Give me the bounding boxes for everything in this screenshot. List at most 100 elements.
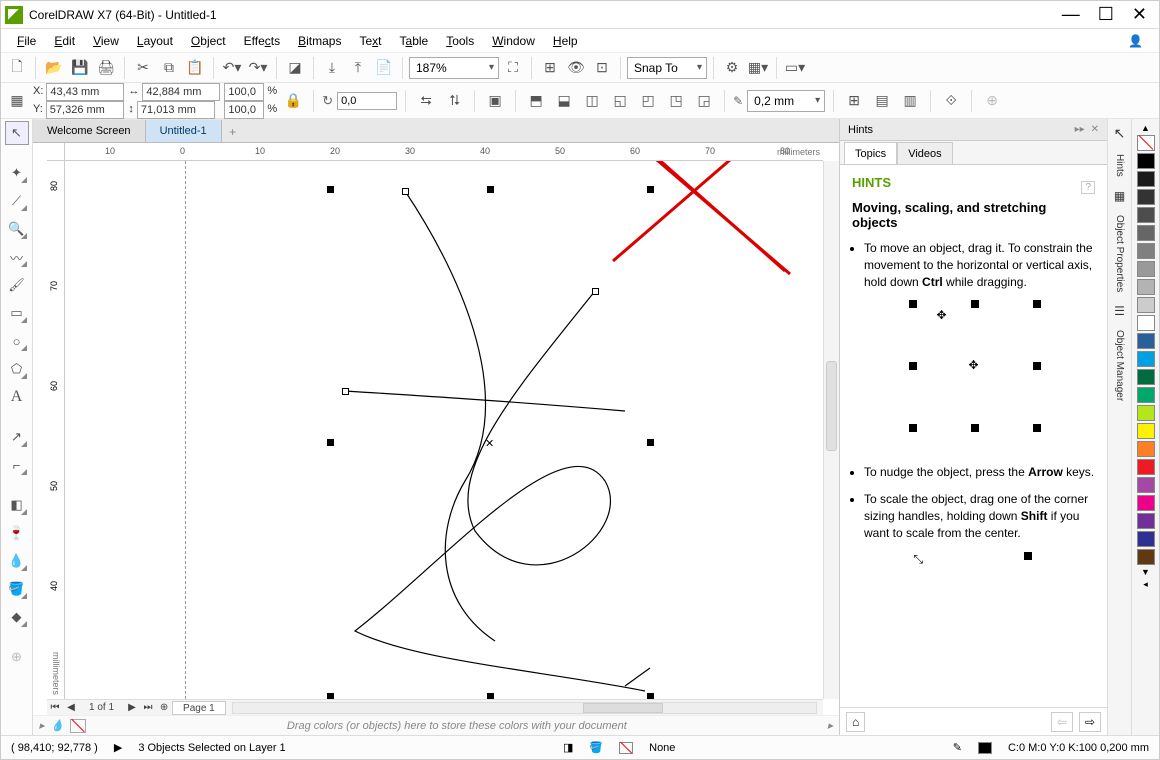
paste-button[interactable]: 📋 bbox=[183, 56, 207, 80]
redo-button[interactable]: ↷▾ bbox=[246, 56, 270, 80]
menu-edit[interactable]: Edit bbox=[46, 32, 83, 50]
menu-object[interactable]: Object bbox=[183, 32, 234, 50]
color-swatch[interactable] bbox=[1137, 513, 1155, 529]
hints-home-button[interactable]: ⌂ bbox=[846, 712, 865, 732]
selection-handle[interactable] bbox=[487, 186, 494, 193]
prev-page-button[interactable]: ◀ bbox=[63, 702, 79, 713]
mirror-horizontal-button[interactable]: ⮀ bbox=[414, 89, 438, 113]
vertical-scrollbar[interactable] bbox=[823, 161, 839, 699]
object-origin-button[interactable]: ▦ bbox=[5, 89, 29, 113]
color-swatch[interactable] bbox=[1137, 153, 1155, 169]
rotation-field[interactable]: 0,0 bbox=[337, 92, 397, 110]
selection-handle[interactable] bbox=[327, 439, 334, 446]
color-swatch[interactable] bbox=[1137, 495, 1155, 511]
snap-to-select[interactable]: Snap To bbox=[627, 57, 707, 79]
maximize-button[interactable]: ☐ bbox=[1098, 4, 1114, 25]
menu-text[interactable]: Text bbox=[351, 32, 389, 50]
palette-flyout[interactable]: ◂ bbox=[1143, 579, 1148, 590]
color-swatch[interactable] bbox=[1137, 441, 1155, 457]
fill-indicator-icon[interactable]: ◨ bbox=[563, 741, 573, 754]
dimension-tool[interactable]: ↗ bbox=[5, 425, 29, 449]
menu-tools[interactable]: Tools bbox=[438, 32, 482, 50]
next-page-button[interactable]: ▶ bbox=[124, 702, 140, 713]
pick-tool[interactable]: ↖ bbox=[5, 121, 29, 145]
export-button[interactable]: ⤒ bbox=[346, 56, 370, 80]
color-swatch[interactable] bbox=[1137, 387, 1155, 403]
color-swatch[interactable] bbox=[1137, 369, 1155, 385]
transparency-tool[interactable]: 🍷 bbox=[5, 521, 29, 545]
polygon-tool[interactable]: ⬠ bbox=[5, 357, 29, 381]
fill-swatch[interactable]: 🪣 bbox=[589, 741, 603, 754]
wrap-text-button[interactable]: ⊞ bbox=[842, 89, 866, 113]
color-swatch[interactable] bbox=[1137, 261, 1155, 277]
mirror-vertical-button[interactable]: ⮁ bbox=[442, 89, 466, 113]
color-swatch[interactable] bbox=[1137, 351, 1155, 367]
menu-file[interactable]: File bbox=[9, 32, 44, 50]
hints-tab-topics[interactable]: Topics bbox=[844, 142, 897, 164]
node-handle[interactable] bbox=[402, 188, 409, 195]
new-document-tab[interactable]: + bbox=[222, 122, 244, 142]
tab-untitled-1[interactable]: Untitled-1 bbox=[146, 120, 222, 142]
weld-button[interactable]: ⬒ bbox=[524, 89, 548, 113]
docker-tab-props-icon[interactable]: ▦ bbox=[1114, 189, 1125, 203]
app-launcher-button[interactable]: ▦▾ bbox=[746, 56, 770, 80]
publish-pdf-button[interactable]: 📄 bbox=[372, 56, 396, 80]
color-swatch[interactable] bbox=[1137, 171, 1155, 187]
drawing-area[interactable]: 10 0 10 20 30 40 50 60 70 80 millimeters… bbox=[33, 143, 839, 715]
menu-window[interactable]: Window bbox=[484, 32, 543, 50]
no-color-swatch[interactable] bbox=[70, 719, 86, 733]
tab-welcome-screen[interactable]: Welcome Screen bbox=[33, 120, 146, 142]
node-handle[interactable] bbox=[342, 388, 349, 395]
node-handle[interactable] bbox=[592, 288, 599, 295]
height-field[interactable]: 71,013 mm bbox=[137, 101, 215, 119]
eyedropper-tool[interactable]: 💧 bbox=[5, 549, 29, 573]
selection-handle[interactable] bbox=[647, 186, 654, 193]
ruler-origin-button[interactable] bbox=[47, 143, 65, 161]
color-swatch[interactable] bbox=[1137, 189, 1155, 205]
docker-tab-hints[interactable]: Hints bbox=[1112, 150, 1127, 181]
minimize-button[interactable]: — bbox=[1062, 4, 1080, 25]
last-page-button[interactable]: ⏭ bbox=[140, 702, 156, 713]
add-page-button[interactable]: ⊕ bbox=[156, 702, 172, 713]
quick-customize-button[interactable]: ⊕ bbox=[980, 89, 1004, 113]
copy-button[interactable]: ⧉ bbox=[157, 56, 181, 80]
lock-ratio-button[interactable]: 🔒 bbox=[281, 89, 305, 113]
selection-handle[interactable] bbox=[327, 186, 334, 193]
horizontal-ruler[interactable]: 10 0 10 20 30 40 50 60 70 80 millimeters bbox=[65, 143, 823, 161]
import-button[interactable]: ⤓ bbox=[320, 56, 344, 80]
docker-close-button[interactable]: ✕ bbox=[1091, 124, 1099, 135]
palette-scroll-right[interactable]: ▸ bbox=[827, 719, 833, 732]
search-content-button[interactable]: ◪ bbox=[283, 56, 307, 80]
horizontal-scrollbar[interactable] bbox=[232, 702, 817, 714]
menu-table[interactable]: Table bbox=[392, 32, 437, 50]
scale-y-field[interactable]: 100,0 bbox=[224, 101, 264, 119]
docker-tab-object-manager[interactable]: Object Manager bbox=[1112, 326, 1127, 405]
color-swatch[interactable] bbox=[1137, 459, 1155, 475]
cut-button[interactable]: ✂ bbox=[131, 56, 155, 80]
ellipse-tool[interactable]: ○ bbox=[5, 329, 29, 353]
color-swatch[interactable] bbox=[1137, 477, 1155, 493]
palette-flyout-button[interactable]: ▸ bbox=[39, 719, 45, 732]
show-grid-button[interactable]: 👁 bbox=[564, 56, 588, 80]
outline-pen-icon[interactable]: ✎ bbox=[953, 741, 962, 754]
next-click-icon[interactable]: ▶ bbox=[114, 741, 122, 754]
docker-collapse-button[interactable]: ▸▸ bbox=[1075, 124, 1085, 135]
user-icon[interactable]: 👤 bbox=[1120, 32, 1151, 50]
color-swatch[interactable] bbox=[1137, 531, 1155, 547]
simplify-button[interactable]: ◱ bbox=[608, 89, 632, 113]
color-swatch[interactable] bbox=[1137, 279, 1155, 295]
new-button[interactable]: 🗋 bbox=[5, 56, 29, 80]
to-front-of-layer-button[interactable]: ▣ bbox=[483, 89, 507, 113]
trim-button[interactable]: ⬓ bbox=[552, 89, 576, 113]
docker-tab-hints-icon[interactable]: ↖ bbox=[1114, 125, 1126, 142]
convert-to-curves-button[interactable]: ⟐ bbox=[939, 89, 963, 113]
front-minus-back-button[interactable]: ◰ bbox=[636, 89, 660, 113]
drop-shadow-tool[interactable]: ◧ bbox=[5, 493, 29, 517]
canvas[interactable]: ✕ bbox=[65, 161, 823, 699]
menu-effects[interactable]: Effects bbox=[236, 32, 288, 50]
outline-color-swatch[interactable] bbox=[978, 742, 992, 754]
color-swatch-none[interactable] bbox=[1137, 135, 1155, 151]
docker-tab-object-properties[interactable]: Object Properties bbox=[1112, 211, 1127, 296]
docker-tab-manager-icon[interactable]: ☰ bbox=[1114, 304, 1125, 318]
color-swatch[interactable] bbox=[1137, 405, 1155, 421]
